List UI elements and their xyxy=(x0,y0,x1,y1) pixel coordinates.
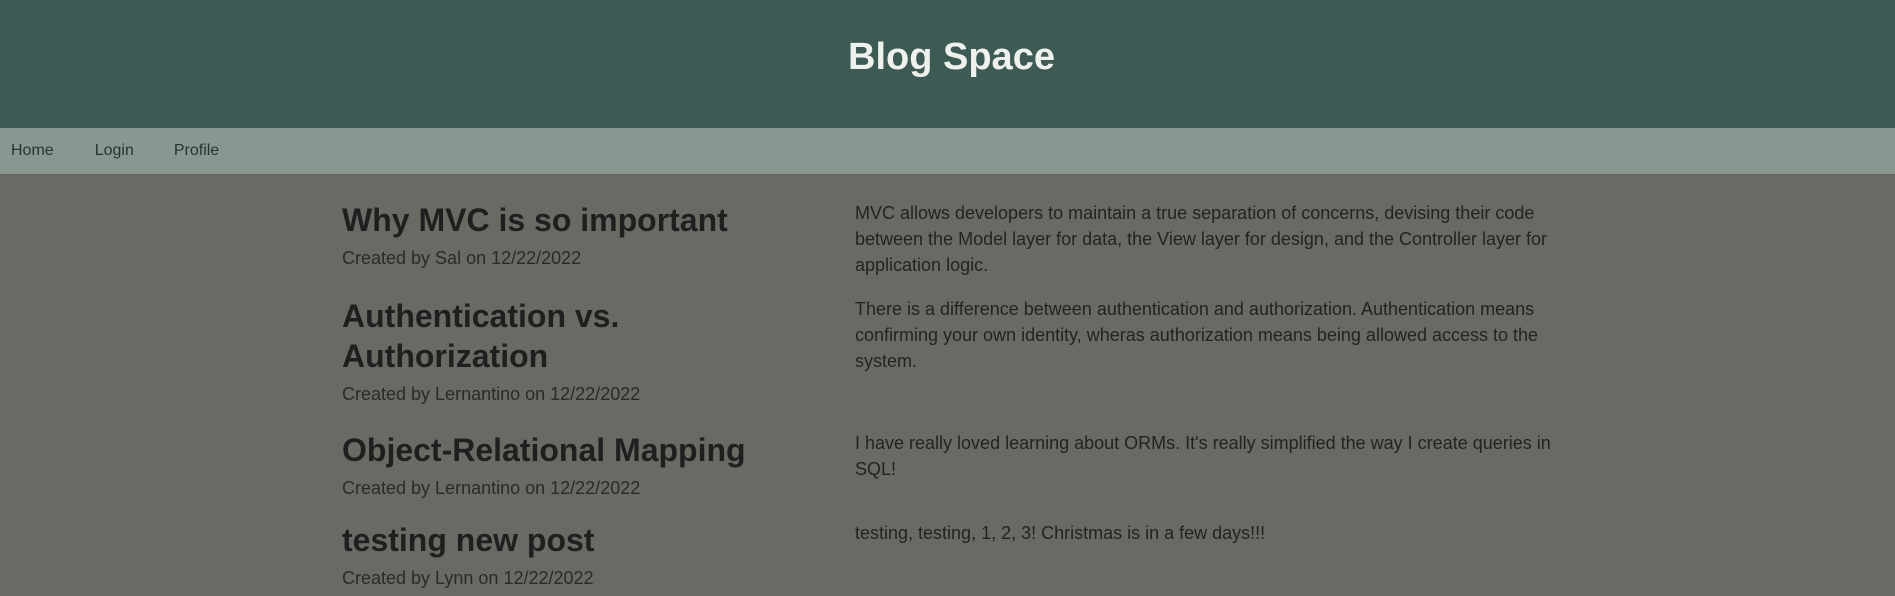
post-title[interactable]: Object-Relational Mapping xyxy=(342,430,812,470)
post-meta: Created by Lernantino on 12/22/2022 xyxy=(342,384,641,404)
post-meta: Created by Sal on 12/22/2022 xyxy=(342,248,582,268)
post-header: testing new post Created by Lynn on 12/2… xyxy=(342,520,812,589)
main-nav: Home Login Profile xyxy=(0,128,1895,174)
site-header: Blog Space xyxy=(0,0,1895,128)
post-title[interactable]: testing new post xyxy=(342,520,812,560)
post-body: testing, testing, 1, 2, 3! Christmas is … xyxy=(855,523,1266,543)
post-list: Why MVC is so important Created by Sal o… xyxy=(0,174,1895,596)
post-meta: Created by Lynn on 12/22/2022 xyxy=(342,568,594,588)
nav-login-link[interactable]: Login xyxy=(95,142,134,160)
nav-profile-link[interactable]: Profile xyxy=(174,142,219,160)
post-title[interactable]: Authentication vs. Authorization xyxy=(342,296,812,376)
post-body: I have really loved learning about ORMs.… xyxy=(855,433,1551,479)
post-header: Authentication vs. Authorization Created… xyxy=(342,296,812,405)
post-body: There is a difference between authentica… xyxy=(855,299,1539,371)
nav-home-link[interactable]: Home xyxy=(11,142,54,160)
post-body: MVC allows developers to maintain a true… xyxy=(855,203,1548,275)
post-title[interactable]: Why MVC is so important xyxy=(342,200,812,240)
post-meta: Created by Lernantino on 12/22/2022 xyxy=(342,478,641,498)
post-header: Why MVC is so important Created by Sal o… xyxy=(342,200,812,269)
site-title: Blog Space xyxy=(848,36,1055,78)
post-header: Object-Relational Mapping Created by Ler… xyxy=(342,430,812,499)
